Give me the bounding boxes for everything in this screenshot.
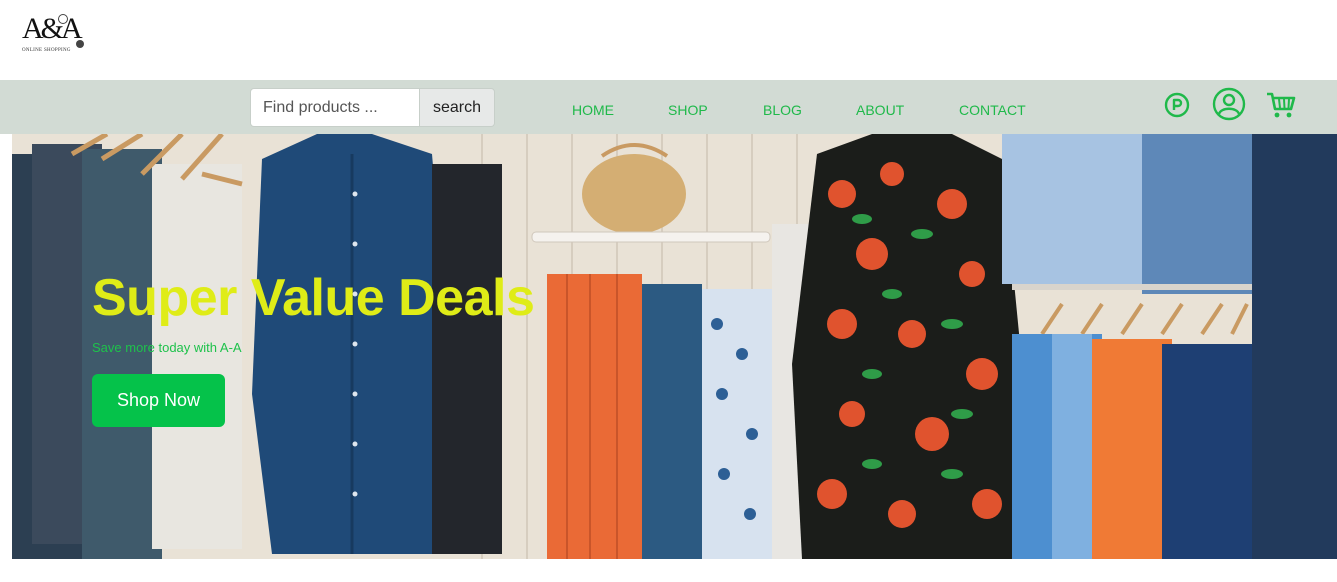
search-form: search <box>250 88 495 127</box>
nav-blog[interactable]: BLOG <box>763 102 802 118</box>
hero-banner: Super Value Deals Save more today with A… <box>12 134 1337 559</box>
logo-mark: A&A <box>22 12 83 45</box>
hero-title: Super Value Deals <box>92 269 535 327</box>
brand-logo[interactable]: A&A ONLINE SHOPPING <box>20 12 90 58</box>
registered-mark-icon <box>76 40 84 48</box>
p-circle-icon[interactable] <box>1164 92 1190 123</box>
shop-now-button[interactable]: Shop Now <box>92 374 225 427</box>
nav-about[interactable]: ABOUT <box>856 102 904 118</box>
search-button[interactable]: search <box>419 89 494 126</box>
user-circle-icon[interactable] <box>1212 87 1246 126</box>
nav-contact[interactable]: CONTACT <box>959 102 1026 118</box>
top-bar: A&A ONLINE SHOPPING <box>0 0 1337 80</box>
nav-shop[interactable]: SHOP <box>668 102 708 118</box>
logo-ornament-icon <box>58 14 68 24</box>
main-navbar: search HOME SHOP BLOG ABOUT CONTACT <box>0 80 1337 134</box>
nav-home[interactable]: HOME <box>572 102 614 118</box>
search-input[interactable] <box>251 89 419 126</box>
cart-icon[interactable] <box>1265 90 1297 125</box>
logo-subtitle: ONLINE SHOPPING <box>22 48 71 53</box>
hero-subtitle: Save more today with A-A <box>92 340 242 355</box>
